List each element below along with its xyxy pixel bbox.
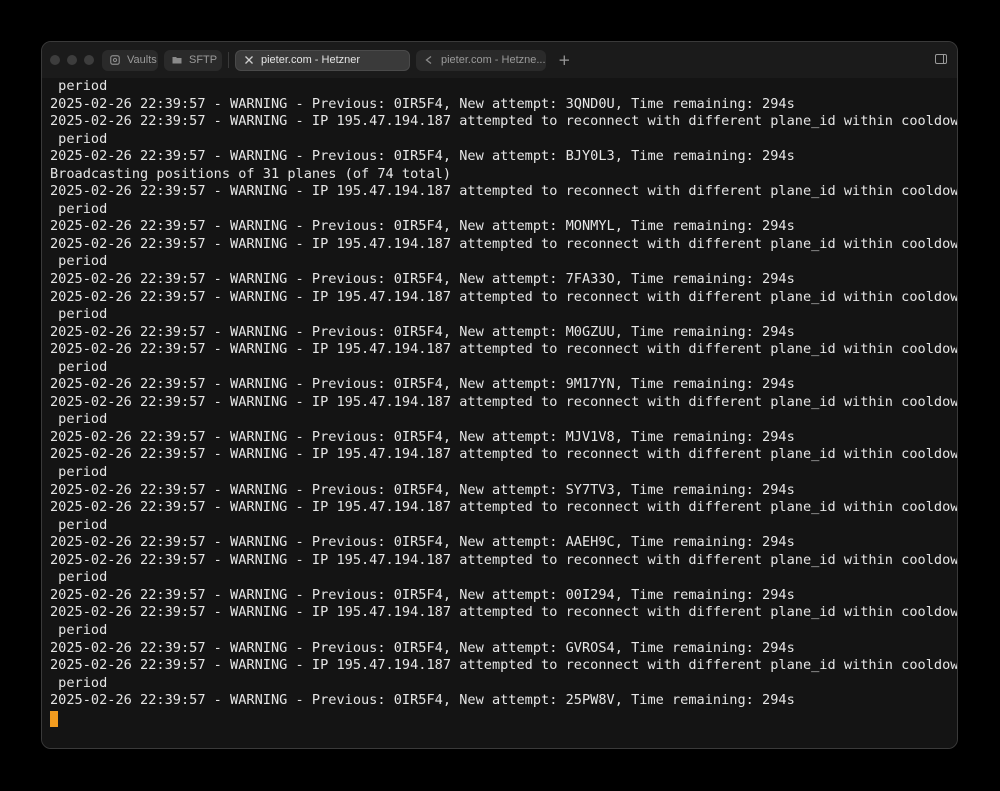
prompt-line — [50, 710, 957, 728]
terminal-line: period — [50, 130, 108, 147]
terminal-line: 2025-02-26 22:39:57 - WARNING - Previous… — [50, 148, 795, 165]
tab-sftp[interactable]: SFTP — [164, 49, 222, 71]
tab-pieter-hetzner-active[interactable]: pieter.com - Hetzner — [235, 49, 410, 71]
tab-vaults[interactable]: Vaults — [102, 49, 158, 71]
terminal-line: period — [50, 569, 108, 586]
terminal-line: period — [50, 253, 108, 270]
terminal-line: period — [50, 464, 108, 481]
terminal-line: period — [50, 621, 108, 638]
terminal-line: 2025-02-26 22:39:57 - WARNING - Previous… — [50, 95, 795, 112]
terminal-line: period — [50, 78, 108, 94]
terminal-line: 2025-02-26 22:39:57 - WARNING - Previous… — [50, 639, 795, 656]
terminal-line: 2025-02-26 22:39:57 - WARNING - IP 195.4… — [50, 446, 957, 463]
tab-label: pieter.com - Hetzner — [261, 54, 361, 66]
terminal-cursor — [50, 710, 58, 727]
close-window-button[interactable] — [50, 55, 60, 65]
tab-divider — [228, 52, 229, 68]
terminal-line: 2025-02-26 22:39:57 - WARNING - IP 195.4… — [50, 499, 957, 516]
terminal-tab-icon — [424, 55, 434, 65]
terminal-line: 2025-02-26 22:39:57 - WARNING - Previous… — [50, 323, 795, 340]
terminal-line: 2025-02-26 22:39:57 - WARNING - IP 195.4… — [50, 113, 957, 130]
zoom-window-button[interactable] — [84, 55, 94, 65]
terminal-line: 2025-02-26 22:39:57 - WARNING - Previous… — [50, 534, 795, 551]
terminal-line: 2025-02-26 22:39:57 - WARNING - IP 195.4… — [50, 393, 957, 410]
terminal-line: period — [50, 358, 108, 375]
terminal-line: period — [50, 306, 108, 323]
terminal-line: period — [50, 200, 108, 217]
terminal-output[interactable]: period 2025-02-26 22:39:57 - WARNING - Pr… — [42, 78, 957, 748]
terminal-line: 2025-02-26 22:39:57 - WARNING - IP 195.4… — [50, 288, 957, 305]
sidebar-toggle-icon[interactable] — [935, 54, 947, 64]
terminal-line: 2025-02-26 22:39:57 - WARNING - Previous… — [50, 586, 795, 603]
terminal-line: 2025-02-26 22:39:57 - WARNING - IP 195.4… — [50, 235, 957, 252]
terminal-line: Broadcasting positions of 31 planes (of … — [50, 165, 452, 182]
tab-label: Vaults — [127, 54, 157, 66]
new-tab-button[interactable]: + — [558, 51, 571, 69]
terminal-line: 2025-02-26 22:39:57 - WARNING - IP 195.4… — [50, 604, 957, 621]
vault-icon — [110, 55, 120, 65]
tab-label: pieter.com - Hetzne... — [441, 54, 546, 66]
terminal-window: Vaults SFTP pieter.com - Hetzner pieter.… — [41, 41, 958, 749]
terminal-line: period — [50, 516, 108, 533]
terminal-line: 2025-02-26 22:39:57 - WARNING - IP 195.4… — [50, 341, 957, 358]
title-bar: Vaults SFTP pieter.com - Hetzner pieter.… — [42, 42, 957, 78]
terminal-line: 2025-02-26 22:39:57 - WARNING - Previous… — [50, 218, 795, 235]
minimize-window-button[interactable] — [67, 55, 77, 65]
terminal-line: 2025-02-26 22:39:57 - WARNING - IP 195.4… — [50, 183, 957, 200]
terminal-line: period — [50, 674, 108, 691]
terminal-line: 2025-02-26 22:39:57 - WARNING - IP 195.4… — [50, 657, 957, 674]
tab-pieter-hetzner-2[interactable]: pieter.com - Hetzne... — [416, 49, 546, 71]
terminal-line: 2025-02-26 22:39:57 - WARNING - Previous… — [50, 376, 795, 393]
terminal-line: 2025-02-26 22:39:57 - WARNING - Previous… — [50, 428, 795, 445]
tab-label: SFTP — [189, 54, 218, 66]
close-icon[interactable] — [244, 55, 254, 65]
terminal-line: 2025-02-26 22:39:57 - WARNING - Previous… — [50, 481, 795, 498]
terminal-line: 2025-02-26 22:39:57 - WARNING - Previous… — [50, 271, 795, 288]
window-controls — [50, 55, 94, 65]
terminal-line: 2025-02-26 22:39:57 - WARNING - IP 195.4… — [50, 551, 957, 568]
folder-icon — [172, 55, 182, 65]
terminal-line: 2025-02-26 22:39:57 - WARNING - Previous… — [50, 692, 795, 709]
terminal-line: period — [50, 411, 108, 428]
